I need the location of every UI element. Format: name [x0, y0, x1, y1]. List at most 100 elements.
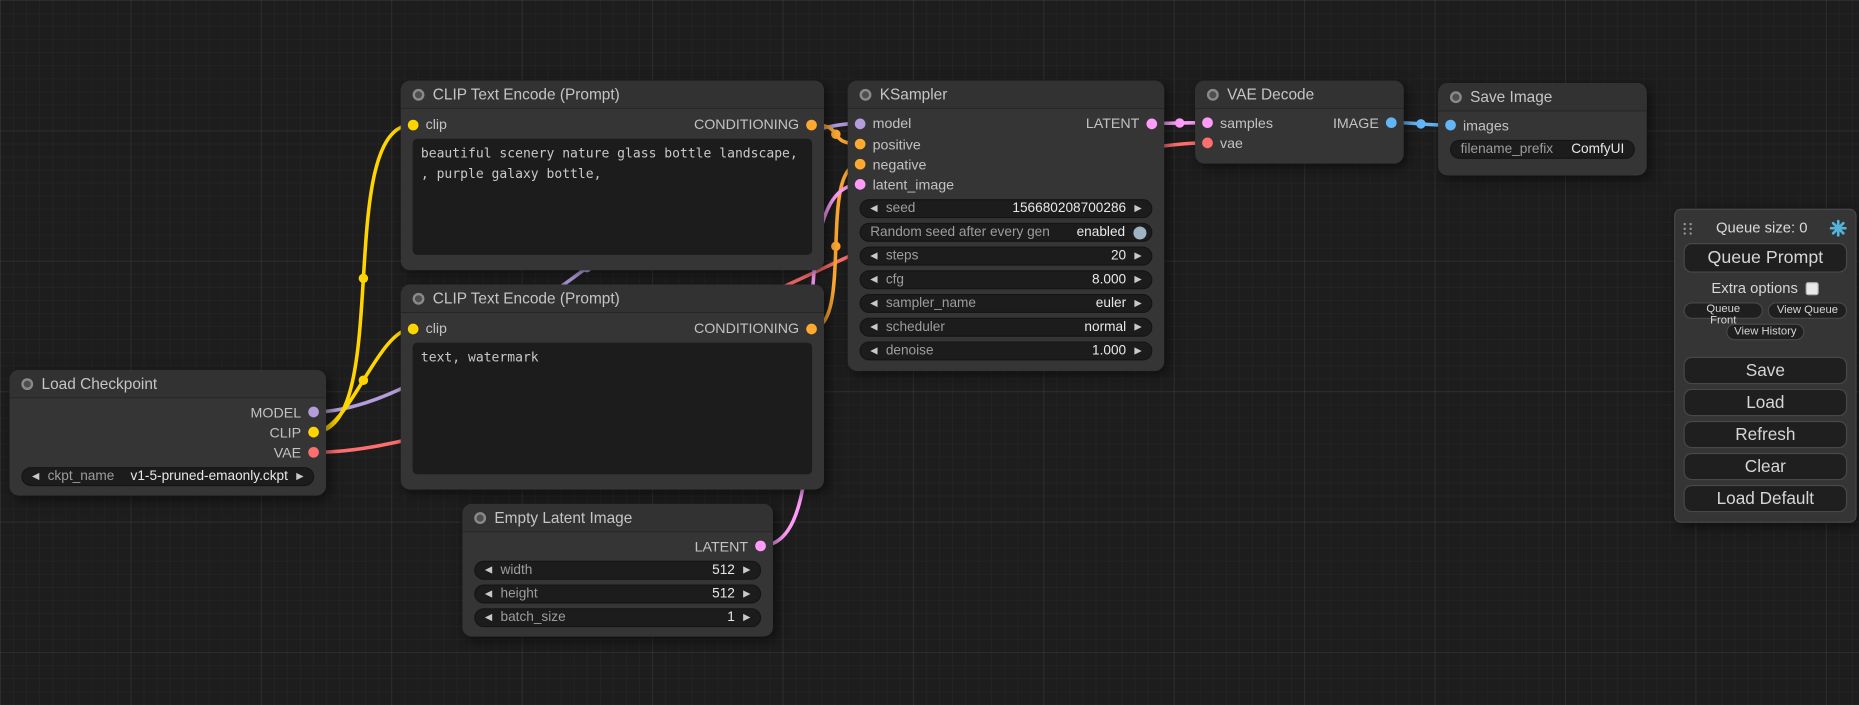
clip-output-port[interactable]: [308, 427, 319, 438]
collapse-dot-icon[interactable]: [860, 88, 872, 100]
image-output-port[interactable]: [1386, 117, 1397, 128]
collapse-dot-icon[interactable]: [1450, 91, 1462, 103]
latent-output-port[interactable]: [755, 541, 766, 552]
right-arrow-icon[interactable]: ▶: [1134, 204, 1141, 213]
extra-options-checkbox[interactable]: [1806, 282, 1819, 295]
widget-value: v1-5-pruned-emaonly.ckpt: [131, 469, 288, 483]
negative-input-port[interactable]: [855, 159, 866, 170]
refresh-button[interactable]: Refresh: [1684, 421, 1848, 448]
left-arrow-icon[interactable]: ◀: [870, 275, 877, 284]
images-input-port[interactable]: [1445, 120, 1456, 131]
left-arrow-icon[interactable]: ◀: [485, 613, 492, 622]
node-empty-latent-image[interactable]: Empty Latent Image LATENT ◀ width 512 ▶ …: [462, 504, 773, 637]
ckpt-name-widget[interactable]: ◀ ckpt_name v1-5-pruned-emaonly.ckpt ▶: [21, 467, 314, 486]
port-row: positive: [848, 134, 1165, 154]
node-title-bar[interactable]: Save Image: [1438, 83, 1647, 111]
height-widget[interactable]: ◀ height 512 ▶: [474, 584, 761, 603]
widget-label: Random seed after every gen: [870, 225, 1050, 239]
view-queue-button[interactable]: View Queue: [1768, 302, 1847, 319]
node-graph-canvas[interactable]: Load Checkpoint MODEL CLIP VAE ◀ ckpt_na…: [0, 0, 1859, 705]
right-arrow-icon[interactable]: ▶: [743, 566, 750, 575]
right-arrow-icon[interactable]: ▶: [296, 472, 303, 481]
extra-options-row: Extra options: [1684, 280, 1848, 297]
filename-prefix-widget[interactable]: filename_prefix ComfyUI: [1450, 140, 1635, 159]
conditioning-output-port[interactable]: [806, 119, 817, 130]
right-arrow-icon[interactable]: ▶: [1134, 346, 1141, 355]
node-title-bar[interactable]: Empty Latent Image: [462, 504, 773, 532]
left-arrow-icon[interactable]: ◀: [870, 251, 877, 260]
queue-prompt-button[interactable]: Queue Prompt: [1684, 243, 1848, 273]
left-arrow-icon[interactable]: ◀: [32, 472, 39, 481]
left-arrow-icon[interactable]: ◀: [485, 566, 492, 575]
latent-image-input-port[interactable]: [855, 179, 866, 190]
right-arrow-icon[interactable]: ▶: [1134, 322, 1141, 331]
latent-output-port[interactable]: [1146, 118, 1157, 129]
clip-input-port[interactable]: [408, 323, 419, 334]
node-load-checkpoint[interactable]: Load Checkpoint MODEL CLIP VAE ◀ ckpt_na…: [9, 370, 326, 496]
sampler-name-widget[interactable]: ◀ sampler_name euler ▶: [860, 294, 1153, 313]
right-arrow-icon[interactable]: ▶: [1134, 251, 1141, 260]
left-arrow-icon[interactable]: ◀: [870, 204, 877, 213]
scheduler-widget[interactable]: ◀ scheduler normal ▶: [860, 318, 1153, 337]
node-title: Save Image: [1470, 88, 1552, 106]
node-ksampler[interactable]: KSampler model LATENT positive negative: [848, 81, 1165, 371]
node-save-image[interactable]: Save Image images filename_prefix ComfyU…: [1438, 83, 1647, 175]
node-vae-decode[interactable]: VAE Decode samples IMAGE vae: [1195, 81, 1404, 164]
input-label: positive: [873, 136, 921, 153]
positive-prompt-textarea[interactable]: beautiful scenery nature glass bottle la…: [413, 139, 813, 255]
right-arrow-icon[interactable]: ▶: [743, 589, 750, 598]
collapse-dot-icon[interactable]: [21, 378, 33, 390]
random-seed-toggle-widget[interactable]: Random seed after every gen enabled: [860, 223, 1153, 242]
clip-input-port[interactable]: [408, 119, 419, 130]
model-input-port[interactable]: [855, 118, 866, 129]
toggle-knob-icon[interactable]: [1133, 226, 1146, 239]
batch-size-widget[interactable]: ◀ batch_size 1 ▶: [474, 608, 761, 627]
node-clip-text-encode-positive[interactable]: CLIP Text Encode (Prompt) clip CONDITION…: [401, 81, 824, 271]
model-output-port[interactable]: [308, 407, 319, 418]
clear-button[interactable]: Clear: [1684, 453, 1848, 480]
width-widget[interactable]: ◀ width 512 ▶: [474, 561, 761, 580]
view-history-button[interactable]: View History: [1726, 324, 1805, 341]
settings-gear-icon[interactable]: [1829, 219, 1847, 237]
node-title-bar[interactable]: VAE Decode: [1195, 81, 1404, 109]
steps-widget[interactable]: ◀ steps 20 ▶: [860, 247, 1153, 266]
right-arrow-icon[interactable]: ▶: [743, 613, 750, 622]
collapse-dot-icon[interactable]: [1207, 88, 1219, 100]
widget-label: sampler_name: [886, 296, 976, 310]
seed-widget[interactable]: ◀ seed 156680208700286 ▶: [860, 199, 1153, 218]
right-arrow-icon[interactable]: ▶: [1134, 299, 1141, 308]
vae-input-port[interactable]: [1202, 138, 1213, 149]
load-default-button[interactable]: Load Default: [1684, 485, 1848, 512]
collapse-dot-icon[interactable]: [413, 88, 425, 100]
node-title-bar[interactable]: Load Checkpoint: [9, 370, 326, 398]
widget-label: batch_size: [501, 611, 566, 625]
output-label: LATENT: [695, 538, 748, 555]
port-row: clip CONDITIONING: [401, 317, 824, 341]
conditioning-output-port[interactable]: [806, 323, 817, 334]
right-arrow-icon[interactable]: ▶: [1134, 275, 1141, 284]
widget-label: steps: [886, 249, 919, 263]
collapse-dot-icon[interactable]: [474, 512, 486, 524]
left-arrow-icon[interactable]: ◀: [485, 589, 492, 598]
cfg-widget[interactable]: ◀ cfg 8.000 ▶: [860, 270, 1153, 289]
vae-output-port[interactable]: [308, 447, 319, 458]
drag-handle-icon[interactable]: [1684, 221, 1695, 234]
queue-front-button[interactable]: Queue Front: [1684, 302, 1763, 319]
denoise-widget[interactable]: ◀ denoise 1.000 ▶: [860, 341, 1153, 360]
collapse-dot-icon[interactable]: [413, 292, 425, 304]
node-title-bar[interactable]: KSampler: [848, 81, 1165, 109]
left-arrow-icon[interactable]: ◀: [870, 346, 877, 355]
queue-menu-panel[interactable]: Queue size: 0 Queue Prompt Extra options: [1674, 209, 1857, 523]
node-title-bar[interactable]: CLIP Text Encode (Prompt): [401, 81, 824, 109]
save-button[interactable]: Save: [1684, 357, 1848, 384]
port-row: VAE: [9, 442, 326, 462]
load-button[interactable]: Load: [1684, 389, 1848, 416]
node-clip-text-encode-negative[interactable]: CLIP Text Encode (Prompt) clip CONDITION…: [401, 285, 824, 490]
left-arrow-icon[interactable]: ◀: [870, 299, 877, 308]
negative-prompt-textarea[interactable]: text, watermark: [413, 343, 813, 475]
samples-input-port[interactable]: [1202, 117, 1213, 128]
left-arrow-icon[interactable]: ◀: [870, 322, 877, 331]
node-title-bar[interactable]: CLIP Text Encode (Prompt): [401, 285, 824, 313]
positive-input-port[interactable]: [855, 139, 866, 150]
menu-header: Queue size: 0: [1684, 217, 1848, 238]
